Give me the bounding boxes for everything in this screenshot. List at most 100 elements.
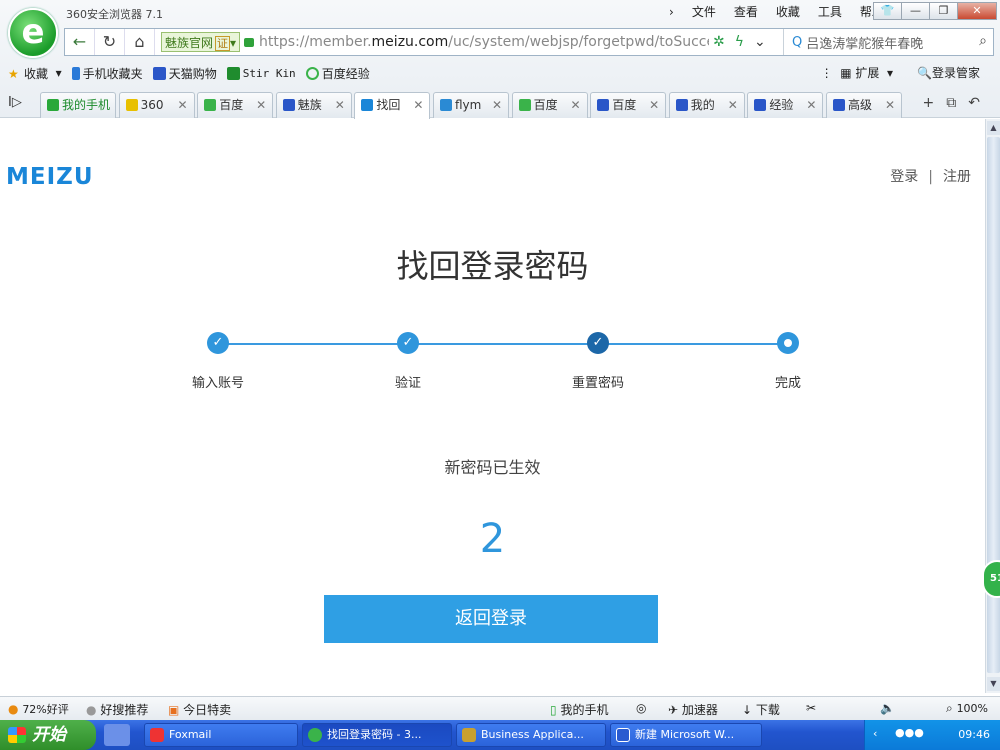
tray-app-icon[interactable]: ●●● — [895, 726, 924, 739]
tab-favicon-icon — [833, 99, 845, 111]
redirect-countdown: 2 — [479, 516, 506, 562]
task-business-app[interactable]: Business Applica... — [456, 723, 606, 747]
windows-taskbar: 开始 Foxmail 找回登录密码 - 3... Business Applic… — [0, 720, 1000, 750]
register-link[interactable]: 注册 — [943, 169, 971, 185]
scroll-down-icon[interactable]: ▼ — [987, 677, 1000, 691]
search-icon[interactable]: ⌕ — [979, 33, 987, 49]
tab-close-icon[interactable]: ✕ — [335, 93, 345, 117]
step-verify: ✓ 验证 — [348, 332, 468, 391]
extensions-button[interactable]: ⋮ ▦ 扩展 ▾ — [821, 62, 893, 84]
tab-1[interactable]: 360 ✕ — [118, 92, 195, 118]
menu-favorites[interactable]: 收藏 — [767, 3, 809, 21]
sound-icon[interactable]: 🔈 — [880, 701, 895, 715]
tab-close-icon[interactable]: ✕ — [649, 93, 659, 117]
login-manager-button[interactable]: 🔍 登录管家 — [917, 62, 980, 84]
my-phone-item[interactable]: ▯ 我的手机 — [550, 701, 608, 718]
bookmark-baidu-jingyan[interactable]: 百度经验 — [305, 65, 370, 82]
back-arrow-icon[interactable]: ← — [65, 29, 95, 55]
tab-4[interactable]: 找回 ✕ — [354, 92, 431, 119]
tab-favicon-icon — [282, 99, 295, 111]
skin-icon[interactable]: 👕 — [873, 2, 902, 20]
close-button[interactable]: ✕ — [957, 2, 997, 20]
app-title: 360安全浏览器 7.1 — [66, 8, 163, 21]
task-word[interactable]: 新建 Microsoft W... — [610, 723, 762, 747]
refresh-icon[interactable]: ↻ — [95, 29, 125, 55]
login-link[interactable]: 登录 — [890, 169, 918, 185]
search-engine-icon[interactable]: Q — [792, 35, 802, 50]
undo-close-icon[interactable]: ↶ — [968, 95, 980, 111]
auth-separator: | — [928, 169, 933, 185]
rating-item[interactable]: ● 72%好评 — [8, 701, 69, 717]
speedometer-icon[interactable]: ◎ — [636, 701, 646, 715]
tab-8[interactable]: 我的 ✕ — [668, 92, 745, 118]
minimize-button[interactable]: — — [901, 2, 930, 20]
tab-0[interactable]: 我的手机 — [40, 92, 116, 118]
vertical-scrollbar[interactable]: ▲ ▼ — [985, 119, 1000, 693]
download-item[interactable]: ↓ 下载 — [742, 701, 780, 718]
accelerator-item[interactable]: ✈ 加速器 — [668, 701, 718, 718]
restore-tabs-icon[interactable]: ⧉ — [946, 95, 956, 111]
tab-6[interactable]: 百度 ✕ — [511, 92, 588, 118]
menu-chevron-icon[interactable]: › — [660, 3, 683, 21]
start-button[interactable]: 开始 — [0, 720, 96, 750]
home-icon[interactable]: ⌂ — [125, 29, 155, 55]
check-icon: ✓ — [207, 332, 229, 354]
floating-badge[interactable]: 51 — [982, 560, 1000, 598]
tab-5[interactable]: flym ✕ — [433, 92, 509, 118]
tab-3[interactable]: 魅族 ✕ — [275, 92, 352, 118]
bookmark-mobile[interactable]: 手机收藏夹 — [71, 65, 143, 82]
tab-close-icon[interactable]: ✕ — [178, 93, 188, 117]
screenshot-icon[interactable]: ✂ — [806, 701, 816, 715]
star-icon: ★ — [8, 66, 19, 81]
tab-7[interactable]: 百度 ✕ — [590, 92, 667, 118]
step-reset-password: ✓ 重置密码 — [538, 332, 658, 391]
url-input[interactable]: https://member.meizu.com/uc/system/webjs… — [259, 34, 709, 50]
tab-label: 百度 — [612, 98, 637, 112]
daily-deals-item[interactable]: ▣ 今日特卖 — [168, 701, 231, 718]
quick-launch-icon[interactable] — [104, 724, 130, 746]
browser-chrome: e 360安全浏览器 7.1 › 文件 查看 收藏 工具 帮助 👕 — ❐ ✕ … — [0, 0, 1000, 119]
speed-mode-icon[interactable]: ✲ — [713, 34, 725, 50]
jingyan-icon — [305, 66, 319, 80]
meizu-logo[interactable]: MEIZU — [6, 164, 94, 190]
search-input[interactable]: Q 吕逸涛掌舵猴年春晚 ⌕ — [783, 29, 993, 55]
tab-2[interactable]: 百度 ✕ — [197, 92, 274, 118]
360-browser-logo-icon[interactable]: e — [8, 8, 58, 58]
new-tab-icon[interactable]: + — [923, 95, 935, 111]
tab-close-icon[interactable]: ✕ — [571, 93, 581, 117]
tab-close-icon[interactable]: ✕ — [413, 93, 423, 117]
site-identity-badge[interactable]: 魅族官网证 ▾ — [161, 32, 241, 52]
tray-chevron-icon[interactable]: ‹ — [873, 727, 877, 740]
tab-close-icon[interactable]: ✕ — [885, 93, 895, 117]
tab-close-icon[interactable]: ✕ — [806, 93, 816, 117]
task-foxmail[interactable]: Foxmail — [144, 723, 298, 747]
tab-close-icon[interactable]: ✕ — [728, 93, 738, 117]
menu-tools[interactable]: 工具 — [809, 3, 851, 21]
tab-favicon-icon — [361, 99, 374, 111]
tab-list-toggle-icon[interactable]: I▷ — [8, 95, 22, 110]
step-complete: 完成 — [728, 332, 848, 391]
zoom-level[interactable]: ⌕ 100% — [946, 701, 988, 716]
menu-view[interactable]: 查看 — [725, 3, 767, 21]
tab-10[interactable]: 高级 ✕ — [826, 92, 902, 118]
bookmark-favorites[interactable]: ★ 收藏 ▾ — [8, 65, 62, 82]
bookmark-tmall[interactable]: 天猫购物 — [152, 65, 217, 82]
scroll-up-icon[interactable]: ▲ — [987, 121, 1000, 135]
tab-9[interactable]: 经验 ✕ — [747, 92, 824, 118]
bookmark-stirkin[interactable]: Stir Kin — [226, 66, 296, 80]
step-enter-account: ✓ 输入账号 — [158, 332, 278, 391]
back-to-login-button[interactable]: 返回登录 — [324, 595, 658, 643]
maximize-button[interactable]: ❐ — [929, 2, 958, 20]
task-browser[interactable]: 找回登录密码 - 3... — [302, 723, 452, 747]
site-icon — [226, 66, 240, 80]
tab-favicon-icon — [597, 99, 610, 111]
clock[interactable]: 09:46 — [958, 728, 990, 741]
menu-file[interactable]: 文件 — [683, 3, 725, 21]
menu-bar: › 文件 查看 收藏 工具 帮助 — [660, 3, 893, 21]
tab-close-icon[interactable]: ✕ — [256, 93, 266, 117]
lightning-icon[interactable]: ϟ — [735, 34, 744, 50]
url-dropdown-icon[interactable]: ⌄ — [754, 34, 766, 50]
tab-close-icon[interactable]: ✕ — [492, 93, 502, 117]
tab-label: 魅族 — [297, 98, 322, 112]
recommend-item[interactable]: ● 好搜推荐 — [86, 701, 148, 718]
